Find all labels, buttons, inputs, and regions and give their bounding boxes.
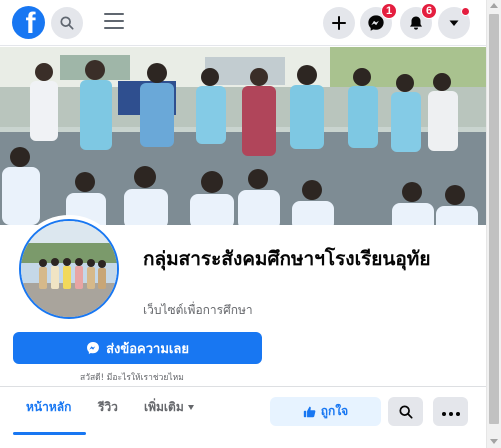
page-search-button[interactable] [388,397,423,426]
scrollbar[interactable] [486,0,501,448]
tab-reviews[interactable]: รีวิว [98,398,118,417]
like-label: ถูกใจ [320,404,349,418]
notifications-button[interactable]: 6 [400,3,437,39]
scroll-thumb[interactable] [489,14,499,424]
scroll-down-arrow-icon[interactable] [490,439,498,444]
tab-more[interactable]: เพิ่มเติม [144,398,194,417]
tab-home[interactable]: หน้าหลัก [26,398,71,417]
account-menu-button[interactable] [438,7,470,39]
caret-down-icon [449,20,459,26]
page-category: เว็บไซต์เพื่อการศึกษา [143,303,253,317]
messenger-button[interactable]: 1 [360,3,397,39]
notifications-badge: 6 [421,3,437,19]
send-message-button[interactable]: ส่งข้อความเลย [13,332,262,364]
scroll-up-arrow-icon[interactable] [490,3,498,8]
facebook-logo-letter: f [25,7,36,39]
caret-down-icon [187,405,194,410]
search-icon [398,404,413,419]
search-icon [60,16,74,30]
send-message-label: ส่งข้อความเลย [106,341,189,357]
cover-photo-image [0,47,486,225]
facebook-logo-icon[interactable]: f [12,6,45,39]
profile-photo-image [21,221,117,317]
page-title: กลุ่มสาระสังคมศึกษาฯโรงเรียนอุทัย [143,248,431,270]
greeting-text: สวัสดี! มีอะไรให้เราช่วยไหม [80,373,184,383]
ellipsis-icon [440,403,461,421]
messenger-icon [368,15,384,31]
cover-photo[interactable] [0,47,486,225]
avatar [19,219,119,319]
more-options-button[interactable] [433,397,468,426]
menu-icon[interactable] [104,13,124,33]
thumbs-up-icon [303,406,316,418]
search-button[interactable] [51,7,83,39]
create-button[interactable] [323,7,355,39]
account-alert-dot [461,7,470,16]
plus-icon [332,16,346,30]
divider [0,386,486,387]
top-navigation-bar: f 1 6 [0,0,486,46]
like-button[interactable]: ถูกใจ [270,397,381,426]
messenger-badge: 1 [381,3,397,19]
tab-more-label: เพิ่มเติม [144,400,184,414]
bell-icon [410,16,422,30]
messenger-icon [87,342,100,355]
active-tab-indicator [13,432,86,435]
profile-picture[interactable] [15,215,123,323]
